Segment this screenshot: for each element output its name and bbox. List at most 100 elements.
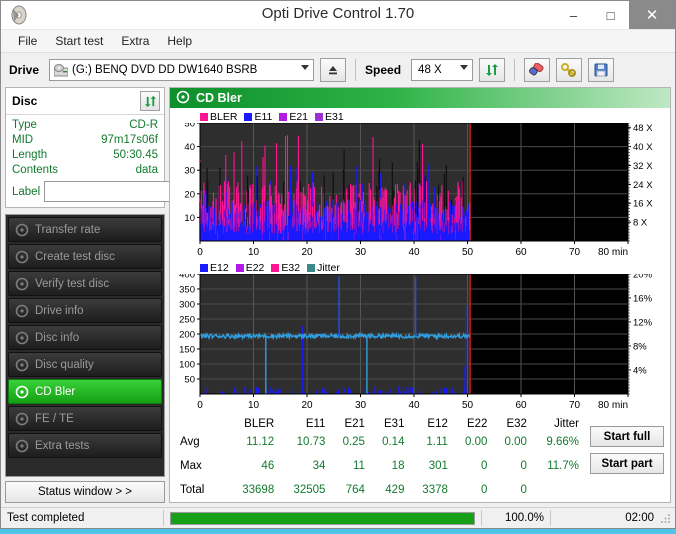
eject-button[interactable]	[320, 58, 347, 82]
maximize-button[interactable]: □	[592, 1, 629, 29]
svg-text:50: 50	[462, 247, 474, 258]
jitter-plot-container: 50 100 150 200 250 300 350 400 4% 8% 12% 16% 20% 0 10 2…	[172, 270, 670, 414]
toolbar-divider-2	[514, 59, 516, 81]
cd-bler-panel: CD Bler BLER E11 E21 E31 10 20 30 40 50 8 X 16…	[169, 87, 671, 503]
sidebar-item-label: FE / TE	[35, 412, 74, 425]
stats-cell: 0.14	[382, 435, 405, 448]
stats-cell: 46	[261, 459, 275, 472]
svg-text:0: 0	[197, 400, 203, 411]
eraser-icon	[529, 63, 544, 76]
disc-icon	[15, 385, 29, 399]
bler-chart: BLER E11 E21 E31 10 20 30 40 50 8 X 16 X 24 X 32…	[172, 110, 668, 261]
sidebar-item-verify-test-disc[interactable]: Verify test disc	[8, 271, 162, 296]
start-part-button[interactable]: Start part	[590, 453, 664, 474]
action-buttons: Start full Start part	[584, 418, 664, 502]
stats-row-label-avg: Avg	[180, 435, 200, 448]
menu-bar: File Start test Extra Help	[1, 30, 675, 53]
disc-type-label: Type	[12, 119, 37, 131]
stats-cell: 429	[385, 483, 405, 496]
svg-text:50: 50	[184, 375, 195, 386]
stats-cell: 32505	[293, 483, 326, 496]
sidebar-item-disc-quality[interactable]: Disc quality	[8, 352, 162, 377]
stats-cell: 0	[481, 459, 488, 472]
progress-cell	[164, 509, 481, 527]
window-controls: – □ ✕	[555, 1, 675, 29]
sidebar-item-label: Drive info	[35, 304, 84, 317]
svg-text:0: 0	[197, 247, 203, 258]
svg-text:30: 30	[355, 247, 367, 258]
svg-text:8 X: 8 X	[633, 218, 648, 229]
disc-info-box: Disc Type CD-R MID 97m17s06f Length 50:3…	[5, 87, 248, 208]
menu-item-extra[interactable]: Extra	[112, 32, 158, 50]
stats-cell: 0.00	[465, 435, 488, 448]
legend-swatch	[200, 263, 208, 272]
drive-value: (G:) BENQ DVD DD DW1640 BSRB	[72, 64, 258, 76]
disc-row-type: Type CD-R	[12, 118, 158, 133]
disc-icon	[15, 277, 29, 291]
sidebar-item-extra-tests[interactable]: Extra tests	[8, 433, 162, 458]
legend-item-bler: BLER	[200, 111, 237, 123]
bler-chart-legend: BLER E11 E21 E31	[172, 110, 668, 123]
app-window: Opti Drive Control 1.70 – □ ✕ File Start…	[0, 0, 676, 529]
test-nav-list: Transfer rate Create test disc Verify te…	[5, 214, 165, 477]
sidebar-item-disc-info[interactable]: Disc info	[8, 325, 162, 350]
menu-item-help[interactable]: Help	[158, 32, 201, 50]
svg-text:24 X: 24 X	[633, 180, 653, 191]
stats-cell: 0	[520, 459, 527, 472]
minimize-button[interactable]: –	[555, 1, 592, 29]
drive-select[interactable]: (G:) BENQ DVD DD DW1640 BSRB	[49, 59, 315, 81]
svg-text:16%: 16%	[633, 294, 653, 305]
jitter-plot[interactable]: 50 100 150 200 250 300 350 400 4% 8% 12% 16% 20% 0 10 2…	[172, 270, 670, 414]
stats-cell: 11	[353, 459, 365, 472]
resize-grip-icon[interactable]	[660, 512, 672, 524]
sidebar-item-label: Disc info	[35, 331, 80, 344]
refresh-button[interactable]	[479, 58, 506, 82]
svg-text:10: 10	[184, 213, 195, 224]
sidebar-item-fe-te[interactable]: FE / TE	[8, 406, 162, 431]
svg-text:12%: 12%	[633, 318, 653, 329]
sidebar-item-label: Verify test disc	[35, 277, 110, 290]
svg-text:400: 400	[179, 274, 195, 281]
menu-item-file[interactable]: File	[9, 32, 46, 50]
bler-plot[interactable]: 10 20 30 40 50 8 X 16 X 24 X 32 X 40 X 48 X 0 10 20 30…	[172, 119, 670, 261]
svg-text:80 min: 80 min	[598, 400, 628, 411]
legend-label: E22	[245, 261, 265, 274]
disc-refresh-button[interactable]	[140, 91, 160, 111]
sidebar-item-transfer-rate[interactable]: Transfer rate	[8, 217, 162, 242]
disc-contents-label: Contents	[12, 164, 59, 176]
progress-percent: 100.0%	[504, 512, 544, 524]
legend-label: E12	[210, 261, 229, 274]
chevron-down-icon	[301, 65, 310, 70]
drive-icon	[53, 63, 69, 77]
stats-header-row: BLER E11 E21 E31 E12 E22 E32 Jitter	[176, 418, 584, 430]
status-window-button[interactable]: Status window > >	[5, 481, 165, 503]
legend-swatch	[271, 263, 280, 272]
disc-length-value: 50:30.45	[113, 149, 158, 161]
save-button[interactable]	[588, 58, 615, 82]
svg-text:200: 200	[179, 330, 195, 341]
sidebar-item-cd-bler[interactable]: CD Bler	[8, 379, 162, 404]
disc-label-caption: Label	[12, 185, 41, 198]
svg-text:70: 70	[569, 400, 581, 411]
title-bar: Opti Drive Control 1.70 – □ ✕	[1, 1, 675, 30]
legend-label: E31	[325, 110, 344, 123]
erase-button[interactable]	[524, 58, 551, 82]
svg-text:16 X: 16 X	[633, 199, 653, 210]
tools-button[interactable]	[556, 58, 583, 82]
disc-row-contents: Contents data	[12, 163, 158, 178]
start-full-button[interactable]: Start full	[590, 426, 664, 447]
svg-text:40 X: 40 X	[633, 142, 653, 153]
disc-row-mid: MID 97m17s06f	[12, 133, 158, 148]
table-row: Avg 11.12 10.73 0.25 0.14 1.11 0.00 0.00…	[176, 430, 584, 454]
menu-item-start-test[interactable]: Start test	[46, 32, 112, 50]
elapsed-time: 02:00	[625, 512, 654, 524]
close-button[interactable]: ✕	[629, 1, 675, 29]
sidebar-item-drive-info[interactable]: Drive info	[8, 298, 162, 323]
speed-select[interactable]: 48 X	[411, 59, 474, 81]
chevron-down-icon	[460, 65, 469, 70]
sidebar-item-create-test-disc[interactable]: Create test disc	[8, 244, 162, 269]
stats-cell: 18	[391, 459, 405, 472]
main-content: Disc Type CD-R MID 97m17s06f Length 50:3…	[1, 87, 675, 507]
stats-col-e21: E21	[344, 418, 365, 430]
legend-label: E21	[289, 110, 309, 123]
